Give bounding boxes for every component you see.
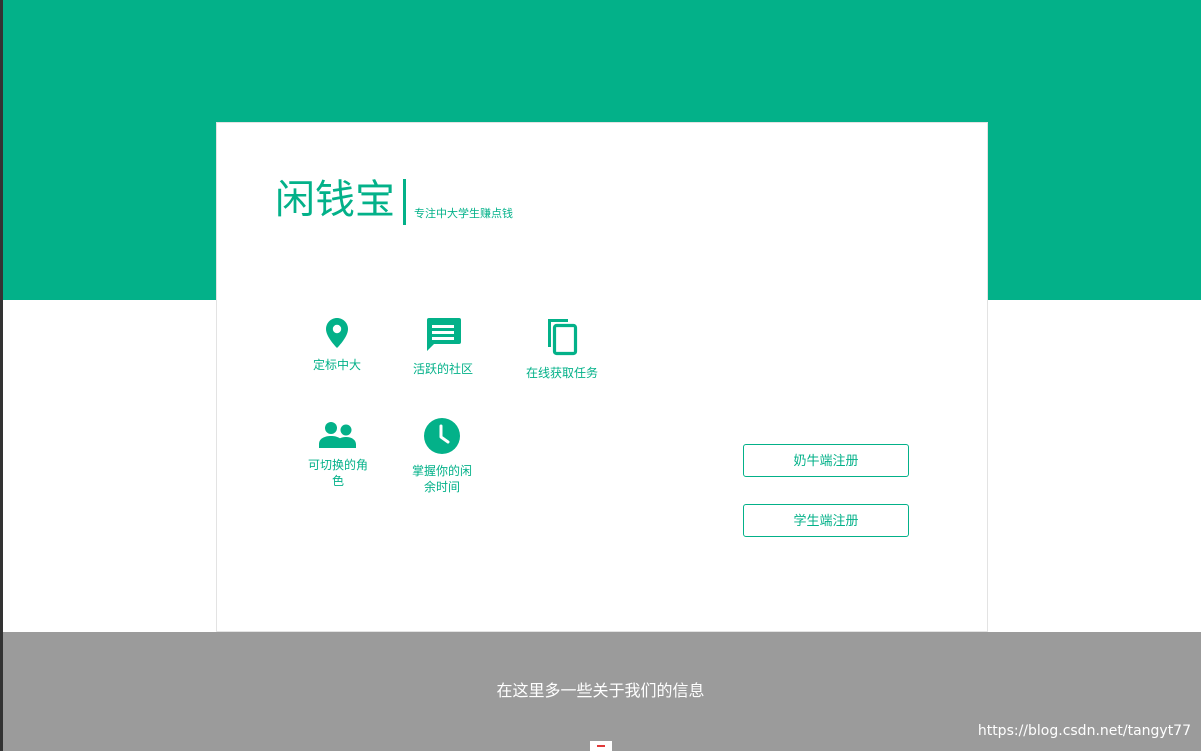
footer-marker	[590, 741, 612, 751]
watermark-url: https://blog.csdn.net/tangyt77	[977, 723, 1191, 739]
window-left-edge	[0, 0, 3, 751]
feature-label: 在线获取任务	[525, 366, 598, 380]
main-card: 闲钱宝 专注中大学生赚点钱 定标中大 活跃的社区 在线获取任务 可切换的角色 掌…	[216, 122, 988, 632]
location-pin-icon	[307, 317, 367, 353]
copy-documents-icon	[517, 315, 607, 361]
feature-label: 掌握你的闲余时间	[411, 464, 472, 494]
brand-divider	[403, 179, 406, 225]
footer-info-text: 在这里多一些关于我们的信息	[496, 681, 705, 700]
feature-item-location: 定标中大	[307, 317, 367, 373]
feature-item-tasks: 在线获取任务	[517, 315, 607, 381]
feature-label: 活跃的社区	[412, 362, 473, 376]
clock-icon	[409, 417, 475, 459]
brand-tagline: 专注中大学生赚点钱	[414, 207, 513, 220]
feature-item-community: 活跃的社区	[403, 317, 483, 377]
brand-title: 闲钱宝	[275, 177, 395, 223]
chat-bubble-icon	[403, 317, 483, 357]
users-icon	[305, 421, 371, 453]
feature-item-roles: 可切换的角色	[305, 421, 371, 489]
feature-label: 定标中大	[312, 358, 361, 372]
feature-label: 可切换的角色	[307, 458, 368, 488]
student-register-button[interactable]: 学生端注册	[743, 504, 909, 537]
cow-register-button[interactable]: 奶牛端注册	[743, 444, 909, 477]
feature-item-time: 掌握你的闲余时间	[409, 417, 475, 495]
page: 闲钱宝 专注中大学生赚点钱 定标中大 活跃的社区 在线获取任务 可切换的角色 掌…	[0, 0, 1201, 751]
